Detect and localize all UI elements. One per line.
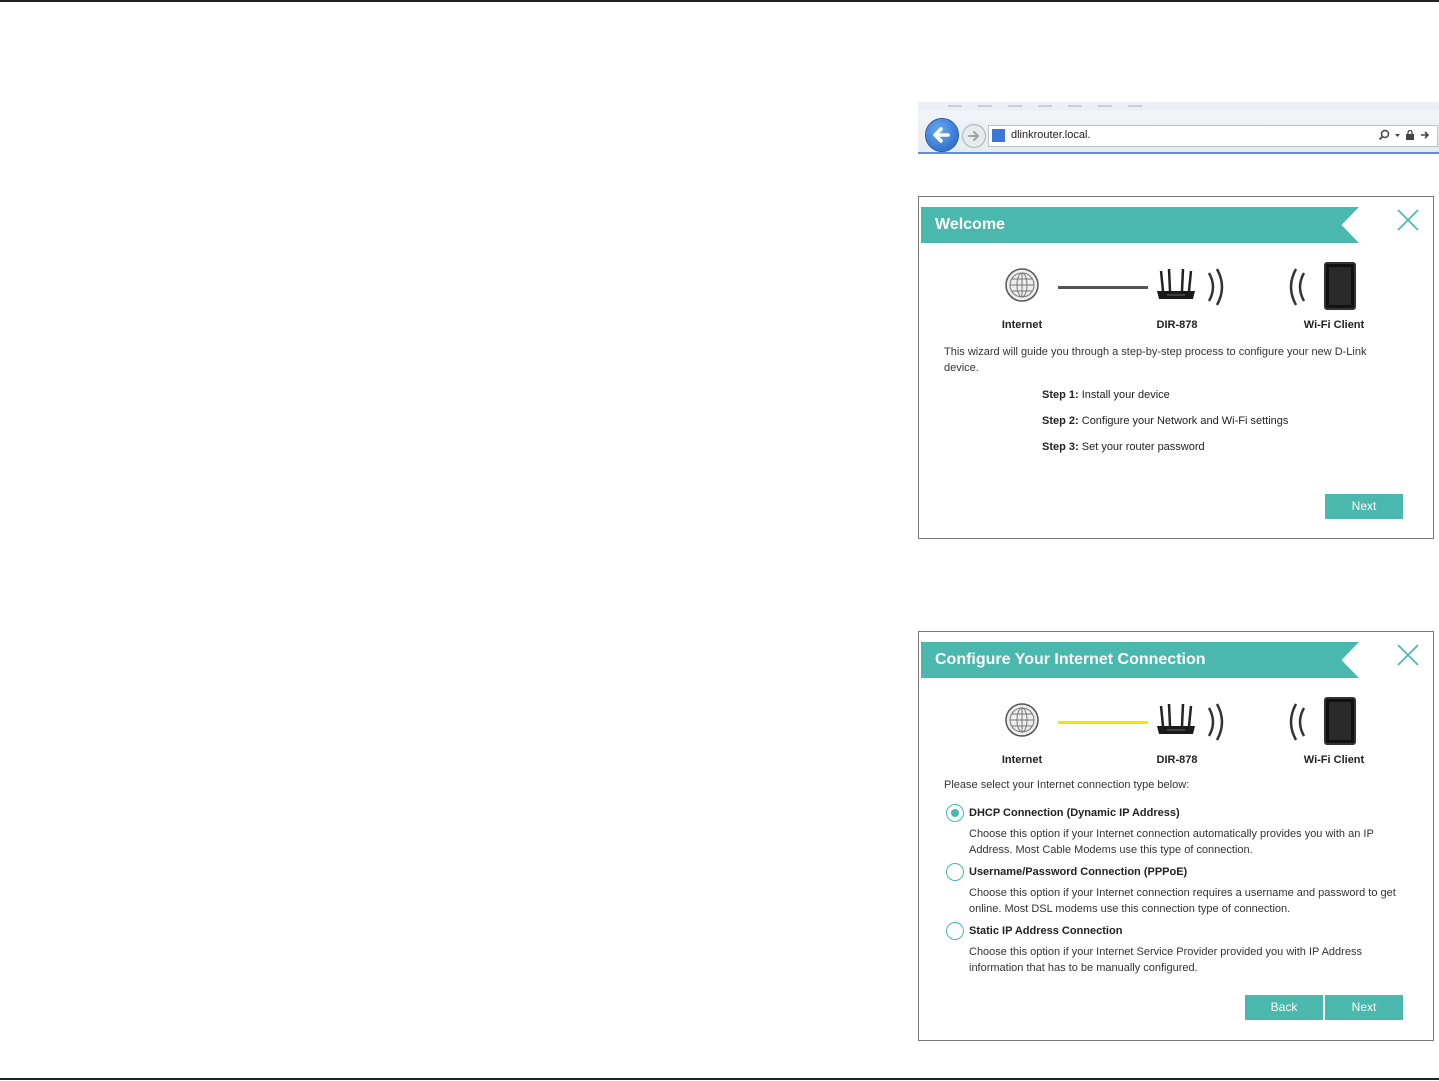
router-icon <box>1155 268 1197 308</box>
tablet-icon <box>1324 262 1356 310</box>
static-ip-option-desc: Choose this option if your Internet Serv… <box>969 946 1362 974</box>
back-button[interactable]: Back <box>1245 995 1323 1020</box>
list-item: Step 3: Set your router password <box>1042 441 1205 453</box>
list-item: Step 2: Configure your Network and Wi-Fi… <box>1042 415 1289 427</box>
welcome-dialog: Welcome Internet DIR-878 Wi-Fi Client Th… <box>918 196 1434 539</box>
steps-list: Step 1: Install your device Step 2: Conf… <box>1042 389 1288 467</box>
pppoe-radio[interactable] <box>946 863 964 881</box>
pppoe-option-desc: Choose this option if your Internet conn… <box>969 887 1396 915</box>
globe-icon <box>1004 702 1040 743</box>
url-field[interactable]: dlinkrouter.local. <box>988 125 1438 147</box>
globe-icon <box>1004 267 1040 308</box>
dialog-banner: Welcome <box>921 207 1359 243</box>
url-text: dlinkrouter.local. <box>1011 129 1091 141</box>
wifi-waves-icon <box>1205 267 1229 312</box>
internet-label: Internet <box>1001 754 1043 766</box>
dhcp-radio[interactable] <box>946 804 964 822</box>
network-diagram: Internet DIR-878 Wi-Fi Client <box>919 255 1433 335</box>
dialog-title: Welcome <box>935 216 1005 233</box>
connection-line <box>1058 286 1148 289</box>
connection-dialog: Configure Your Internet Connection Inter… <box>918 631 1434 1041</box>
wifi-waves-icon <box>1205 702 1229 747</box>
browser-address-bar: dlinkrouter.local. <box>918 102 1439 154</box>
dialog-title: Configure Your Internet Connection <box>935 651 1206 668</box>
router-label: DIR-878 <box>1156 319 1198 331</box>
google-favicon-icon <box>992 129 1005 142</box>
network-diagram: Internet DIR-878 Wi-Fi Client <box>919 690 1433 770</box>
search-icon[interactable] <box>1378 128 1390 146</box>
lock-icon <box>1405 128 1415 146</box>
bottom-rule <box>0 1078 1439 1080</box>
close-icon[interactable] <box>1395 642 1421 668</box>
router-label: DIR-878 <box>1156 754 1198 766</box>
top-rule <box>0 0 1439 2</box>
connection-prompt: Please select your Internet connection t… <box>944 779 1190 791</box>
tablet-icon <box>1324 697 1356 745</box>
router-icon <box>1155 703 1197 743</box>
intro-text: This wizard will guide you through a ste… <box>944 346 1367 374</box>
static-ip-option-title: Static IP Address Connection <box>969 925 1123 937</box>
dialog-banner: Configure Your Internet Connection <box>921 642 1359 678</box>
connection-line <box>1058 721 1148 724</box>
pppoe-option-title: Username/Password Connection (PPPoE) <box>969 866 1188 878</box>
next-button[interactable]: Next <box>1325 995 1403 1020</box>
client-label: Wi-Fi Client <box>1303 754 1365 766</box>
dhcp-option-title: DHCP Connection (Dynamic IP Address) <box>969 807 1180 819</box>
close-icon[interactable] <box>1395 207 1421 233</box>
client-label: Wi-Fi Client <box>1303 319 1365 331</box>
go-arrow-icon[interactable] <box>1419 128 1431 146</box>
dhcp-option-desc: Choose this option if your Internet conn… <box>969 828 1374 856</box>
tab-strip <box>918 102 1439 111</box>
list-item: Step 1: Install your device <box>1042 389 1170 401</box>
wifi-waves-icon <box>1284 267 1308 312</box>
wifi-waves-icon <box>1284 702 1308 747</box>
forward-arrow-icon[interactable] <box>962 124 986 148</box>
back-arrow-icon[interactable] <box>926 119 958 151</box>
next-button[interactable]: Next <box>1325 494 1403 519</box>
internet-label: Internet <box>1001 319 1043 331</box>
static-ip-radio[interactable] <box>946 922 964 940</box>
dropdown-arrow-icon[interactable] <box>1394 128 1401 146</box>
